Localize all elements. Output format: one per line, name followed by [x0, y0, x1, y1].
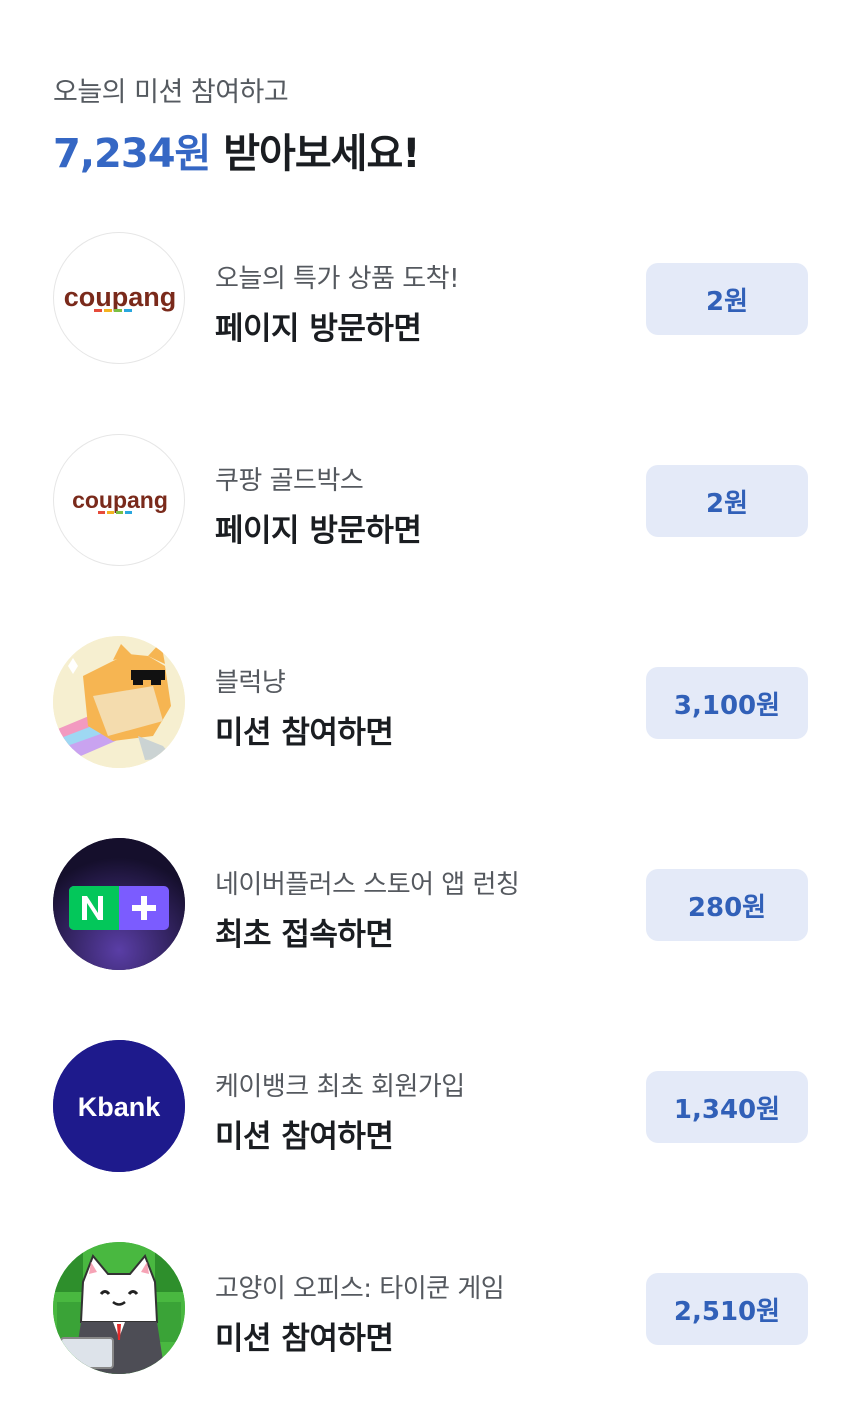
mission-texts: 쿠팡 골드박스 페이지 방문하면 — [215, 460, 422, 550]
mission-texts: 고양이 오피스: 타이쿤 게임 미션 참여하면 — [215, 1268, 505, 1358]
mission-title: 오늘의 특가 상품 도착! — [215, 264, 460, 294]
naver-plus-store-logo — [53, 838, 185, 970]
mission-action: 페이지 방문하면 — [215, 311, 422, 347]
page-title-suffix: 받아보세요! — [210, 131, 420, 177]
reward-button[interactable]: 2원 — [646, 465, 808, 537]
svg-text:Kbank: Kbank — [78, 1092, 162, 1122]
mission-texts: 블럭냥 미션 참여하면 — [215, 662, 394, 752]
reward-button[interactable]: 1,340원 — [646, 1071, 808, 1143]
coupang-logo: coupang — [53, 434, 185, 566]
mission-title: 블럭냥 — [215, 668, 286, 698]
total-reward-amount: 7,234원 — [53, 131, 211, 177]
mission-title: 네이버플러스 스토어 앱 런칭 — [215, 870, 520, 900]
mission-item[interactable]: coupang 오늘의 특가 상품 도착! 페이지 방문하면 2원 — [0, 232, 862, 368]
mission-texts: 네이버플러스 스토어 앱 런칭 최초 접속하면 — [215, 864, 520, 954]
mission-action: 미션 참여하면 — [215, 715, 394, 751]
mission-item[interactable]: coupang 쿠팡 골드박스 페이지 방문하면 2원 — [0, 434, 862, 570]
block-cat-game-logo — [53, 636, 185, 768]
reward-button[interactable]: 2,510원 — [646, 1273, 808, 1345]
mission-title: 고양이 오피스: 타이쿤 게임 — [215, 1274, 505, 1304]
mission-title: 쿠팡 골드박스 — [215, 466, 364, 496]
reward-button[interactable]: 280원 — [646, 869, 808, 941]
page-title: 7,234원 받아보세요! — [53, 121, 421, 179]
mission-item[interactable]: Kbank 케이뱅크 최초 회원가입 미션 참여하면 1,340원 — [0, 1040, 862, 1176]
mission-texts: 오늘의 특가 상품 도착! 페이지 방문하면 — [215, 258, 460, 348]
mission-action: 미션 참여하면 — [215, 1321, 394, 1357]
mission-texts: 케이뱅크 최초 회원가입 미션 참여하면 — [215, 1066, 465, 1156]
svg-text:coupang: coupang — [64, 282, 177, 312]
mission-title: 케이뱅크 최초 회원가입 — [215, 1072, 465, 1102]
mission-action: 페이지 방문하면 — [215, 513, 422, 549]
mission-item[interactable]: 네이버플러스 스토어 앱 런칭 최초 접속하면 280원 — [0, 838, 862, 974]
reward-button[interactable]: 2원 — [646, 263, 808, 335]
header-subtitle: 오늘의 미션 참여하고 — [53, 77, 289, 108]
mission-action: 최초 접속하면 — [215, 917, 394, 953]
kbank-logo: Kbank — [53, 1040, 185, 1172]
coupang-logo: coupang — [53, 232, 185, 364]
mission-item[interactable]: 고양이 오피스: 타이쿤 게임 미션 참여하면 2,510원 — [0, 1242, 862, 1378]
svg-text:coupang: coupang — [72, 487, 168, 513]
mission-item[interactable]: 블럭냥 미션 참여하면 3,100원 — [0, 636, 862, 772]
mission-action: 미션 참여하면 — [215, 1119, 394, 1155]
cat-office-game-logo — [53, 1242, 185, 1374]
reward-button[interactable]: 3,100원 — [646, 667, 808, 739]
header: 오늘의 미션 참여하고 7,234원 받아보세요! — [53, 70, 421, 179]
